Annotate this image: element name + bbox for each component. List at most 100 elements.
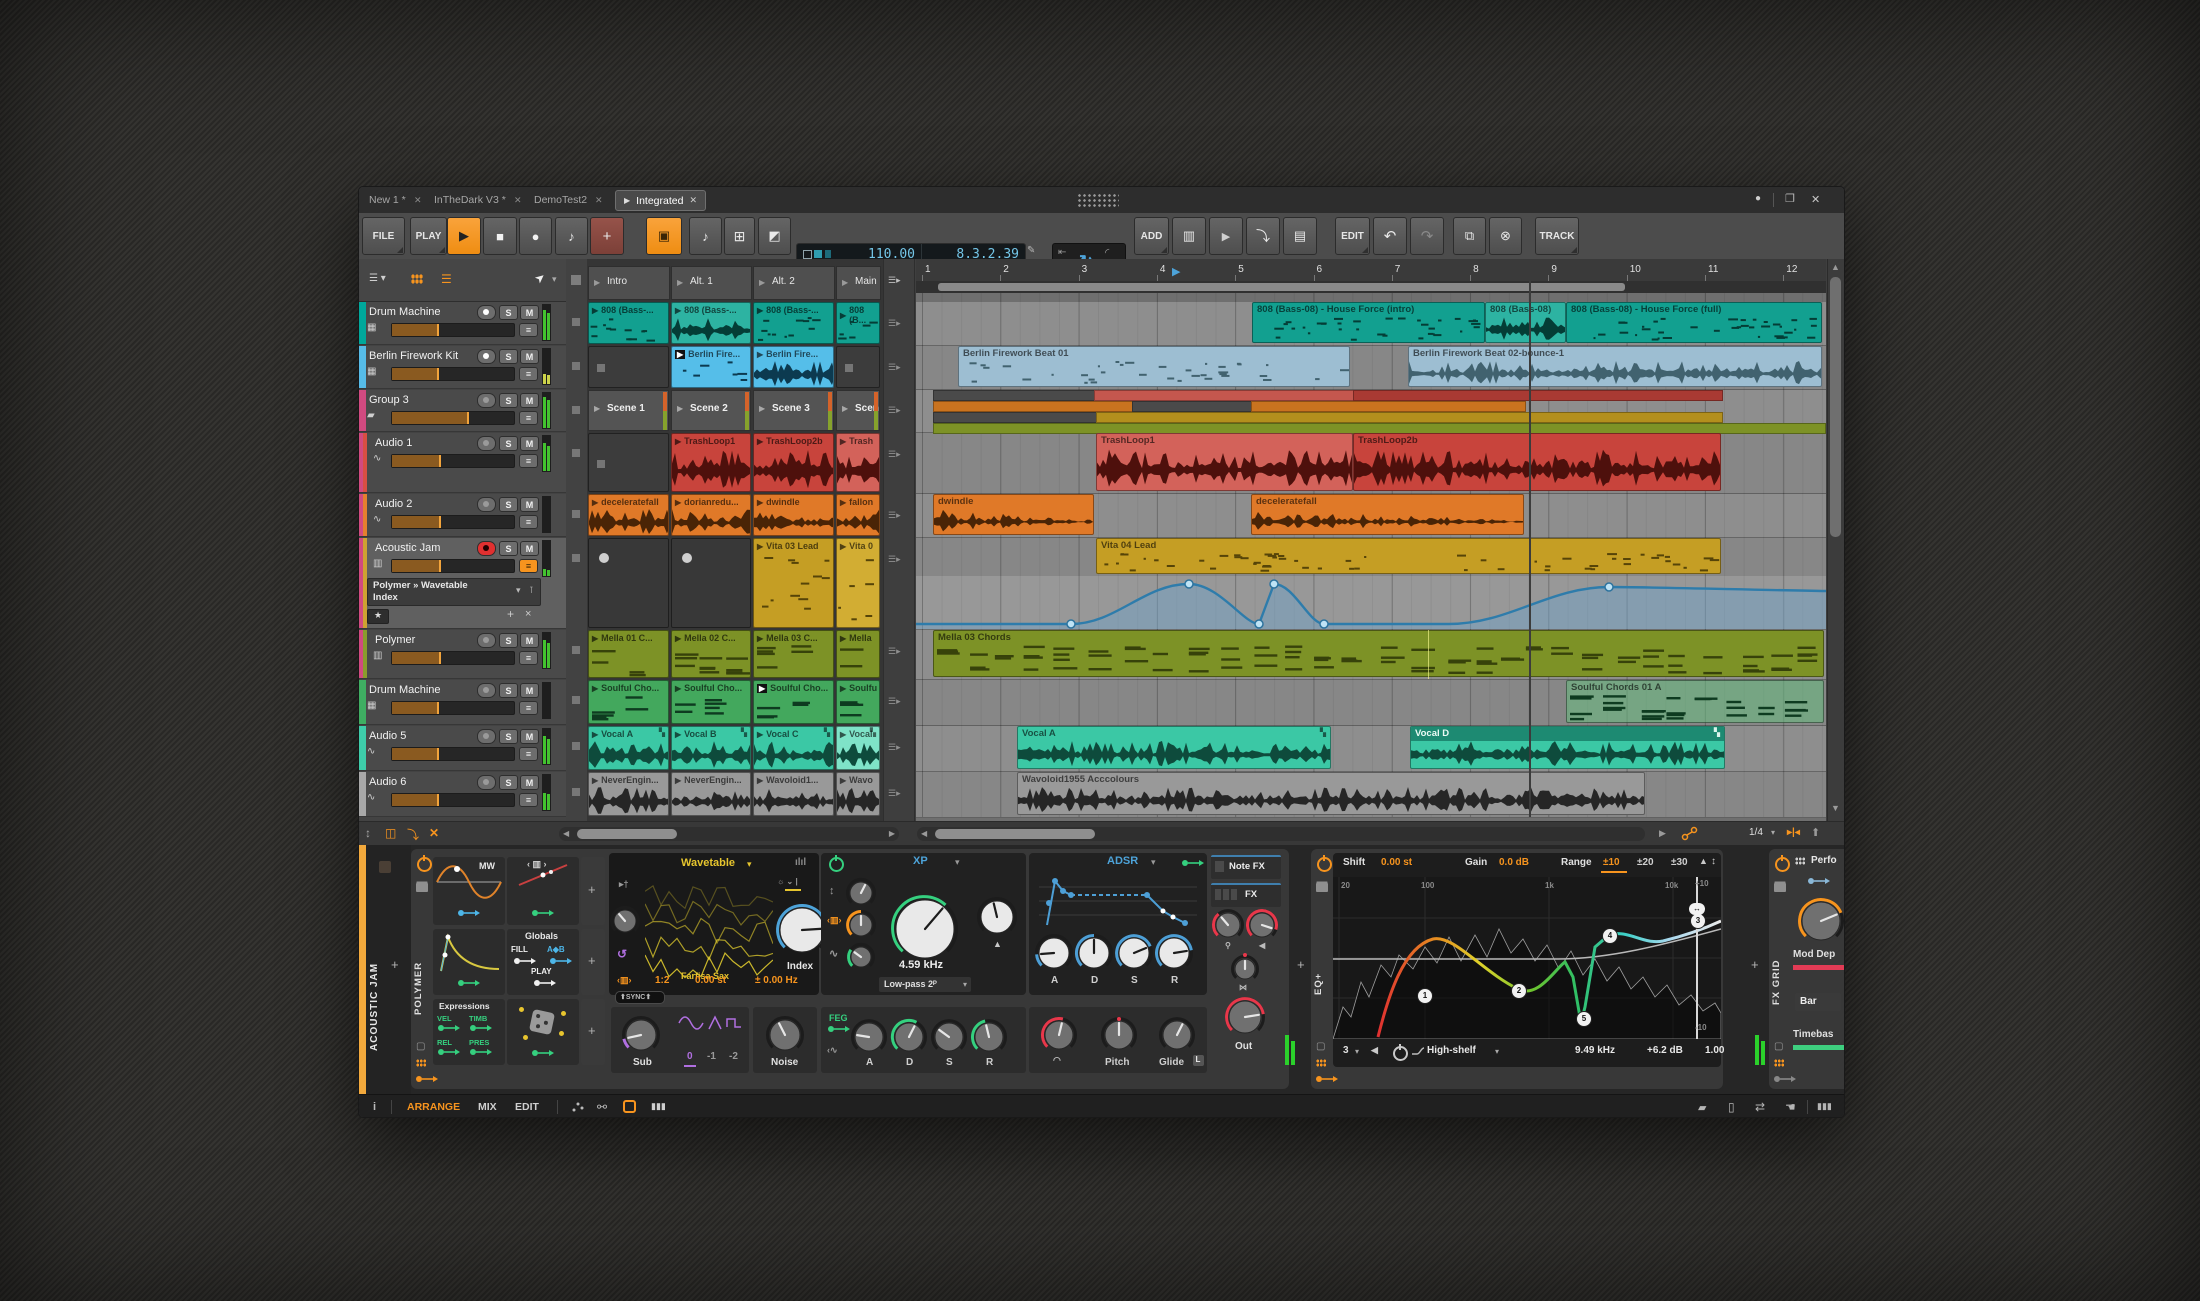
track-name[interactable]: Audio 5 bbox=[369, 730, 406, 742]
wavetable-position-knob[interactable] bbox=[609, 905, 641, 937]
volume-fader-handle[interactable] bbox=[437, 794, 439, 806]
mute-button[interactable]: M bbox=[520, 305, 539, 320]
volume-fader-handle[interactable] bbox=[437, 368, 439, 380]
track-list-menu-icon[interactable]: ☰ ▾ bbox=[369, 273, 386, 284]
close-window-icon[interactable]: ✕ bbox=[1811, 193, 1820, 206]
clip-cell-3-3[interactable]: ▶Trash bbox=[836, 433, 880, 492]
mod-arrow-icon[interactable] bbox=[457, 979, 481, 987]
preset-folder-icon[interactable] bbox=[416, 883, 428, 892]
arranger-hscrollbar[interactable]: ◀ bbox=[917, 827, 1645, 841]
clip-cell-5-2[interactable]: ▶Vita 03 Lead bbox=[753, 538, 834, 628]
device-grid-icon[interactable] bbox=[1774, 1059, 1784, 1067]
volume-fader-handle[interactable] bbox=[437, 748, 439, 760]
track-row-1[interactable]: Berlin Firework KitSM▦≡ bbox=[359, 346, 566, 389]
overdub-icon[interactable] bbox=[825, 250, 831, 258]
sync-badge[interactable]: ⬆SYNC⬆ bbox=[615, 991, 665, 1004]
chooser-chevron-icon[interactable]: ▾ bbox=[516, 585, 521, 596]
track-name[interactable]: Audio 6 bbox=[369, 776, 406, 788]
volume-fader[interactable] bbox=[391, 651, 515, 665]
follow-playhead-icon[interactable]: ⤵ bbox=[407, 826, 419, 843]
clip-cell-9-2[interactable]: ▶Wavoloid1... bbox=[753, 772, 834, 816]
track-row-0[interactable]: Drum MachineSM▦≡ bbox=[359, 302, 566, 345]
zoom-range-bar[interactable] bbox=[938, 283, 1625, 291]
mod-arrow-icon[interactable] bbox=[549, 957, 571, 964]
arranger-clip-9[interactable]: Vita 04 Lead bbox=[1096, 538, 1721, 574]
volume-fader[interactable] bbox=[391, 323, 515, 337]
play-menu-button[interactable]: PLAY bbox=[410, 217, 447, 255]
arranger-clip-14[interactable]: Wavoloid1955 Acccolours bbox=[1017, 772, 1645, 815]
add-modulator-button-0[interactable]: + bbox=[581, 857, 605, 925]
link-icon[interactable]: ⚯ bbox=[597, 1100, 607, 1114]
amp-env-R-knob[interactable] bbox=[1154, 933, 1194, 973]
column-play-icon[interactable]: ▶ bbox=[842, 278, 848, 287]
track-mute-box[interactable] bbox=[379, 861, 391, 873]
launcher-column-header-3[interactable]: ▶Main bbox=[836, 266, 881, 300]
noise-knob[interactable] bbox=[765, 1015, 805, 1055]
scene-play-icon[interactable]: ▶ bbox=[842, 404, 848, 413]
track-name[interactable]: Drum Machine bbox=[369, 684, 441, 696]
tab-1[interactable]: InTheDark V3 * bbox=[434, 194, 506, 206]
mute-button[interactable]: M bbox=[520, 393, 539, 408]
clip-cell-7-3[interactable]: ▶Soulfu bbox=[836, 680, 880, 724]
scroll-right-icon[interactable]: ▶ bbox=[889, 829, 895, 838]
arranger-clip-8[interactable]: deceleratefall bbox=[1251, 494, 1524, 535]
track-stop-button-5[interactable] bbox=[572, 554, 580, 562]
arm-button[interactable] bbox=[477, 349, 496, 364]
fxgrid-mod-depth-knob[interactable] bbox=[1797, 897, 1844, 945]
view-tab-mix[interactable]: MIX bbox=[478, 1101, 497, 1113]
eq-range-option-±10[interactable]: ±10 bbox=[1603, 857, 1620, 868]
piano-keys-icon[interactable]: ▮▮▮ bbox=[1817, 1101, 1832, 1112]
mod-arrow-icon[interactable] bbox=[531, 909, 555, 917]
solo-button[interactable]: S bbox=[499, 393, 518, 408]
clip-cell-6-3[interactable]: ▶Mella bbox=[836, 630, 880, 678]
eq-graph[interactable] bbox=[1333, 877, 1721, 1039]
volume-fader[interactable] bbox=[391, 793, 515, 807]
arm-button[interactable] bbox=[477, 633, 496, 648]
clip-cell-0-0[interactable]: ▶808 (Bass-... bbox=[588, 302, 669, 344]
record-button[interactable]: ● bbox=[519, 217, 552, 255]
favorite-button[interactable]: ★ bbox=[367, 609, 389, 624]
touch-mode-icon[interactable]: ☚ bbox=[1785, 1100, 1796, 1114]
grid-division-chevron-icon[interactable]: ▾ bbox=[1771, 828, 1775, 837]
launcher-overdub-button[interactable]: ▣ bbox=[646, 217, 682, 255]
add-modulation-icon[interactable]: + bbox=[507, 607, 514, 621]
arranger-clip-1[interactable]: 808 (Bass-08) bbox=[1485, 302, 1566, 343]
mute-button[interactable]: M bbox=[520, 775, 539, 790]
clip-cell-6-2[interactable]: ▶Mella 03 C... bbox=[753, 630, 834, 678]
routing-button[interactable]: ≡ bbox=[519, 454, 538, 468]
clip-cell-7-2[interactable]: ▶Soulful Cho... bbox=[753, 680, 834, 724]
clip-cell-6-1[interactable]: ▶Mella 02 C... bbox=[671, 630, 751, 678]
eq-band-power-button[interactable] bbox=[1393, 1046, 1408, 1061]
filter-env-S-knob[interactable] bbox=[930, 1018, 968, 1056]
clip-cell-9-1[interactable]: ▶NeverEngin... bbox=[671, 772, 751, 816]
track-row-4[interactable]: Audio 2SM∿≡ bbox=[359, 494, 566, 537]
clip-cell-4-1[interactable]: ▶dorianredu... bbox=[671, 494, 751, 536]
amp-env-D-knob[interactable] bbox=[1074, 933, 1114, 973]
play-button[interactable]: ▶ bbox=[447, 217, 481, 255]
routing-button[interactable]: ≡ bbox=[519, 793, 538, 807]
tab-2[interactable]: DemoTest2 bbox=[534, 194, 587, 206]
routing-button[interactable]: ≡ bbox=[519, 747, 538, 761]
clip-cell-5-1[interactable] bbox=[671, 538, 751, 628]
double-row-toggle-icon[interactable]: ◫ bbox=[385, 826, 396, 840]
clip-cell-7-1[interactable]: ▶Soulful Cho... bbox=[671, 680, 751, 724]
row-scene-icon-5[interactable]: ☰▸ bbox=[888, 554, 901, 565]
env-shape-knob[interactable] bbox=[1040, 1016, 1078, 1054]
solo-button[interactable]: S bbox=[499, 349, 518, 364]
solo-button[interactable]: S bbox=[499, 633, 518, 648]
arranger-clip-5[interactable]: TrashLoop1 bbox=[1096, 433, 1353, 491]
track-stop-button-9[interactable] bbox=[572, 788, 580, 796]
delete-button[interactable]: ⊗ bbox=[1489, 217, 1522, 255]
filter-power-button[interactable] bbox=[829, 857, 844, 872]
polymer-out-knob[interactable] bbox=[1224, 996, 1266, 1038]
preset-folder-icon[interactable] bbox=[1316, 883, 1328, 892]
routing-button[interactable]: ≡ bbox=[519, 515, 538, 529]
file-button[interactable]: FILE bbox=[362, 217, 405, 255]
row-scene-icon-8[interactable]: ☰▸ bbox=[888, 742, 901, 753]
timeline-ruler[interactable]: 123456789101112 bbox=[916, 259, 1826, 282]
modulation-route-icon[interactable] bbox=[1315, 1075, 1331, 1082]
mod-arrow-icon[interactable] bbox=[513, 957, 535, 964]
track-stop-button-8[interactable] bbox=[572, 742, 580, 750]
arranger-clip-10[interactable]: Mella 03 Chords bbox=[933, 630, 1824, 677]
tab-close-icon[interactable]: ✕ bbox=[514, 195, 522, 206]
